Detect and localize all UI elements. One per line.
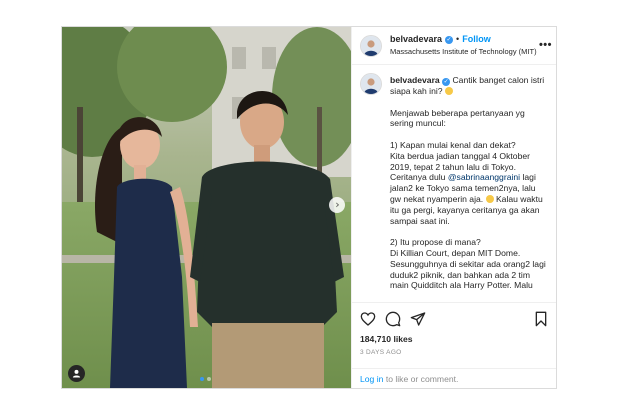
smile-emoji-icon xyxy=(444,87,453,95)
carousel-dot xyxy=(207,377,211,381)
caption-text: belvadevara ✓ Cantik banget calon istri … xyxy=(390,75,548,302)
post-sidebar: belvadevara ✓ • Follow Massachusetts Ins… xyxy=(351,27,556,388)
location-link[interactable]: Massachusetts Institute of Technology (M… xyxy=(390,46,537,57)
login-prompt: Log in to like or comment. xyxy=(352,368,556,388)
separator-dot: • xyxy=(456,34,460,44)
verified-badge-icon: ✓ xyxy=(445,35,454,44)
grin-emoji-icon xyxy=(485,194,494,203)
caption-avatar[interactable] xyxy=(360,73,382,95)
post-header: belvadevara ✓ • Follow Massachusetts Ins… xyxy=(352,27,556,65)
paper-plane-icon[interactable] xyxy=(410,311,426,327)
caption-question-2: 2) Itu propose di mana? xyxy=(390,237,481,248)
post-photo[interactable]: › xyxy=(62,27,351,388)
user-tag-icon xyxy=(72,369,81,378)
heart-icon[interactable] xyxy=(360,311,376,327)
profile-photo-image xyxy=(361,74,381,94)
caption-paragraph: Menjawab beberapa pertanyaan yg sering m… xyxy=(390,107,525,129)
mention-link[interactable]: @sabrinaanggraini xyxy=(448,172,520,182)
next-photo-button[interactable]: › xyxy=(329,197,345,213)
caption-username-link[interactable]: belvadevara xyxy=(390,75,440,85)
caption-section: belvadevara ✓ Cantik banget calon istri … xyxy=(352,65,556,302)
caption-question-1: 1) Kapan mulai kenal dan dekat? xyxy=(390,139,516,150)
post-actions: 184,710 likes 3 DAYS AGO xyxy=(352,302,556,368)
profile-photo-image xyxy=(361,35,381,56)
verified-badge-icon: ✓ xyxy=(442,78,451,86)
carousel-dot-active xyxy=(200,377,204,381)
bookmark-icon[interactable] xyxy=(534,311,548,327)
carousel-indicator xyxy=(200,377,211,381)
login-prompt-text: to like or comment. xyxy=(385,374,459,384)
avatar[interactable] xyxy=(360,34,382,57)
chevron-right-icon: › xyxy=(335,198,340,211)
more-options-icon[interactable]: ••• xyxy=(539,39,552,51)
couple-photo-image xyxy=(62,27,351,388)
follow-button[interactable]: Follow xyxy=(462,34,491,45)
login-link[interactable]: Log in xyxy=(360,374,383,384)
caption-answer-2: Di Killian Court, depan MIT Dome. Sesung… xyxy=(390,247,546,291)
post-date[interactable]: 3 DAYS AGO xyxy=(360,349,548,356)
tagged-users-button[interactable] xyxy=(68,365,85,382)
username-link[interactable]: belvadevara xyxy=(390,34,442,45)
comment-icon[interactable] xyxy=(385,311,401,327)
likes-count[interactable]: 184,710 likes xyxy=(360,334,548,344)
instagram-post: › belvadevara ✓ • Follow Massachusetts I… xyxy=(61,26,557,389)
